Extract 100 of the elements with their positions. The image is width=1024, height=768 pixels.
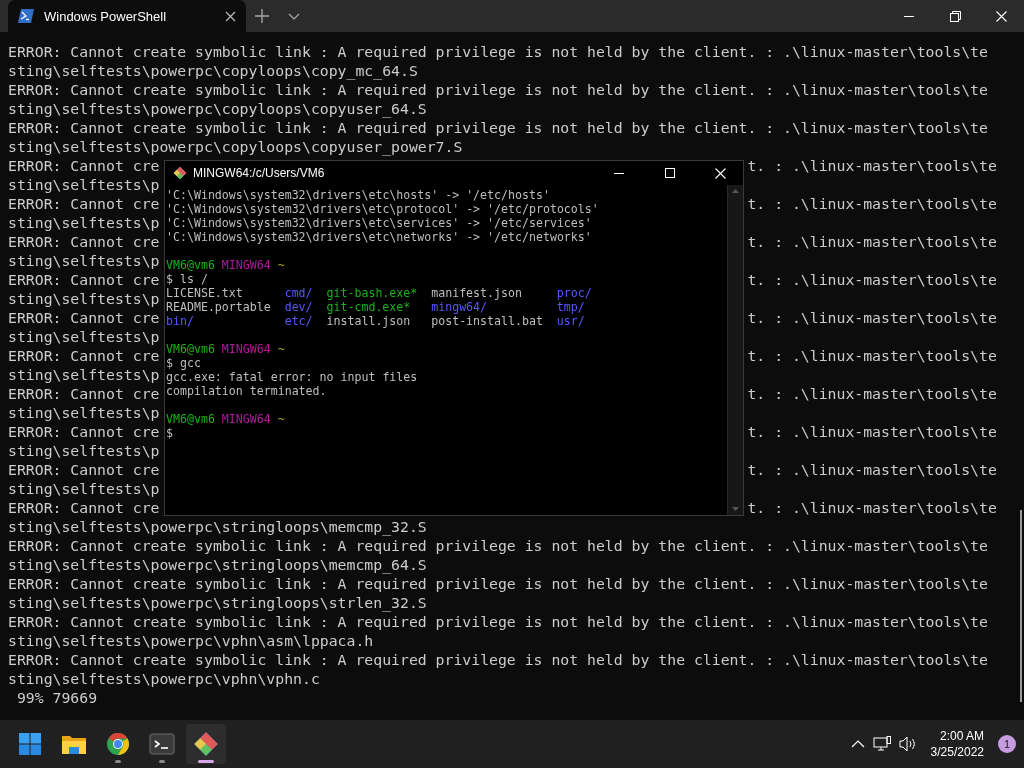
- console-line: t. : .\linux-master\tools\te: [747, 232, 997, 251]
- prompt-text: ~: [277, 412, 285, 426]
- file-entry: etc/: [284, 314, 313, 328]
- console-line: ERROR: Cannot cre: [8, 346, 160, 365]
- terminal-line: gcc.exe: fatal error: no input files: [166, 370, 418, 384]
- file-entry: proc/: [556, 286, 592, 300]
- console-line: t. : .\linux-master\tools\te: [747, 308, 997, 327]
- console-line: 99% 79669: [15, 688, 98, 707]
- terminal-line: $: [166, 426, 173, 440]
- up-arrow-icon: [732, 189, 739, 193]
- console-line: t. : .\linux-master\tools\te: [747, 270, 997, 289]
- console-line: t. : .\linux-master\tools\te: [747, 194, 997, 213]
- file-entry: manifest.json: [431, 286, 522, 300]
- terminal-line: compilation terminated.: [166, 384, 327, 398]
- console-line: ERROR: Cannot cre: [8, 460, 160, 479]
- file-entry: git-bash.exe*: [326, 286, 418, 300]
- console-line: ERROR: Cannot create symbolic link : A required privilege is not held by the client. : .\linux-master\tools\te: [8, 80, 988, 99]
- console-line: t. : .\linux-master\tools\te: [747, 156, 997, 175]
- close-icon: [995, 10, 1007, 22]
- file-entry: LICENSE.txt: [166, 286, 243, 300]
- terminal-line: 'C:\Windows\system32\drivers\etc\protocol' -> '/etc/protocols': [166, 202, 599, 216]
- window-title: MINGW64:/c/Users/VM6: [193, 166, 326, 180]
- console-line: t. : .\linux-master\tools\te: [747, 346, 997, 365]
- console-line: sting\selftests\p: [8, 441, 160, 460]
- console-line: ERROR: Cannot cre: [8, 308, 160, 327]
- console-line: ERROR: Cannot create symbolic link : A required privilege is not held by the client. : .\linux-master\tools\te: [8, 574, 988, 593]
- console-line: ERROR: Cannot cre: [8, 422, 160, 441]
- console-line: ERROR: Cannot cre: [8, 194, 160, 213]
- terminal-line: $ ls /: [166, 272, 208, 286]
- console-line: sting\selftests\p: [8, 403, 160, 422]
- console-line: sting\selftests\powerpc\stringloops\strlen_32.S: [8, 593, 427, 612]
- restore-icon: [949, 10, 961, 22]
- console-line: t. : .\linux-master\tools\te: [747, 384, 997, 403]
- console-line: sting\selftests\powerpc\stringloops\memcmp_64.S: [8, 555, 427, 574]
- file-entry: usr/: [556, 314, 585, 328]
- file-entry: cmd/: [284, 286, 313, 300]
- console-line: ERROR: Cannot create symbolic link : A required privilege is not held by the client. : .\linux-master\tools\te: [8, 650, 988, 669]
- terminal-line: 'C:\Windows\system32\drivers\etc\hosts' -> '/etc/hosts': [166, 188, 550, 202]
- console-line: ERROR: Cannot create symbolic link : A required privilege is not held by the client. : .\linux-master\tools\te: [8, 612, 988, 631]
- console-line: sting\selftests\p: [8, 175, 160, 194]
- prompt-text: ~: [277, 342, 285, 356]
- clock-time: 2:00 AM: [939, 728, 984, 744]
- prompt-text: MINGW64: [221, 412, 271, 426]
- console-line: ERROR: Cannot cre: [8, 156, 160, 175]
- console-line: ERROR: Cannot create symbolic link : A required privilege is not held by the client. : .\linux-master\tools\te: [8, 118, 988, 137]
- file-entry: dev/: [284, 300, 313, 314]
- console-line: ERROR: Cannot create symbolic link : A required privilege is not held by the client. : .\linux-master\tools\te: [8, 536, 988, 555]
- console-line: sting\selftests\powerpc\vphn\asm\lppaca.h: [8, 631, 374, 650]
- file-entry: install.json: [326, 314, 411, 328]
- prompt-text: MINGW64: [221, 342, 271, 356]
- minimize-icon: [613, 172, 624, 174]
- file-entry: bin/: [166, 314, 194, 328]
- file-entry: post-install.bat: [431, 314, 543, 328]
- prompt-text: VM6@vm6: [166, 342, 215, 356]
- powershell-icon: [18, 9, 34, 23]
- console-line: sting\selftests\p: [8, 479, 160, 498]
- maximize-icon: [664, 168, 675, 178]
- browser-icon: [106, 732, 130, 756]
- folder-icon: [61, 733, 87, 755]
- file-entry: mingw64/: [431, 300, 488, 314]
- diamond-icon: [193, 731, 219, 757]
- plus-icon: [255, 9, 269, 23]
- console-line: sting\selftests\p: [8, 213, 160, 232]
- terminal-line: 'C:\Windows\system32\drivers\etc\networks' -> '/etc/networks': [166, 230, 592, 244]
- volume-icon[interactable]: [898, 736, 917, 752]
- console-line: ERROR: Cannot create symbolic link : A required privilege is not held by the client. : .\linux-master\tools\te: [8, 42, 988, 61]
- console-line: ERROR: Cannot cre: [8, 498, 160, 517]
- console-line: ERROR: Cannot cre: [8, 232, 160, 251]
- console-line: sting\selftests\powerpc\stringloops\memcmp_32.S: [8, 517, 427, 536]
- diamond-icon: [173, 166, 187, 180]
- console-line: t. : .\linux-master\tools\te: [747, 498, 997, 517]
- console-line: t. : .\linux-master\tools\te: [747, 422, 997, 441]
- tab-title: Windows PowerShell: [44, 8, 168, 24]
- prompt-text: VM6@vm6: [166, 412, 215, 426]
- console-line: t. : .\linux-master\tools\te: [747, 460, 997, 479]
- terminal-icon: [149, 733, 175, 755]
- console-line: sting\selftests\powerpc\copyloops\copyuser_power7.S: [8, 137, 463, 156]
- console-line: sting\selftests\powerpc\copyloops\copyuser_64.S: [8, 99, 427, 118]
- scrollbar[interactable]: [727, 185, 743, 515]
- file-entry: git-cmd.exe*: [326, 300, 411, 314]
- network-icon[interactable]: [872, 736, 891, 752]
- taskbar-app[interactable]: [186, 724, 226, 764]
- console-line: sting\selftests\p: [8, 251, 160, 270]
- scrollbar[interactable]: [1020, 510, 1022, 702]
- prompt-text: VM6@vm6: [166, 258, 215, 272]
- terminal-tab[interactable]: Windows PowerShell: [8, 0, 246, 32]
- close-icon[interactable]: [225, 10, 236, 22]
- chevron-down-icon: [288, 12, 300, 20]
- file-entry: tmp/: [556, 300, 585, 314]
- clock-date: 3/25/2022: [930, 744, 984, 760]
- chevron-up-icon[interactable]: [850, 740, 865, 748]
- console-line: sting\selftests\powerpc\copyloops\copy_mc_64.S: [8, 61, 418, 80]
- console-line: sting\selftests\p: [8, 289, 160, 308]
- notification-badge[interactable]: 1: [998, 735, 1016, 753]
- close-icon: [715, 167, 726, 179]
- terminal-line: 'C:\Windows\system32\drivers\etc\services' -> '/etc/services': [166, 216, 592, 230]
- console-line: sting\selftests\powerpc\vphn\vphn.c: [8, 669, 320, 688]
- minimize-icon: [904, 15, 914, 17]
- console-line: ERROR: Cannot cre: [8, 270, 160, 289]
- prompt-text: ~: [277, 258, 285, 272]
